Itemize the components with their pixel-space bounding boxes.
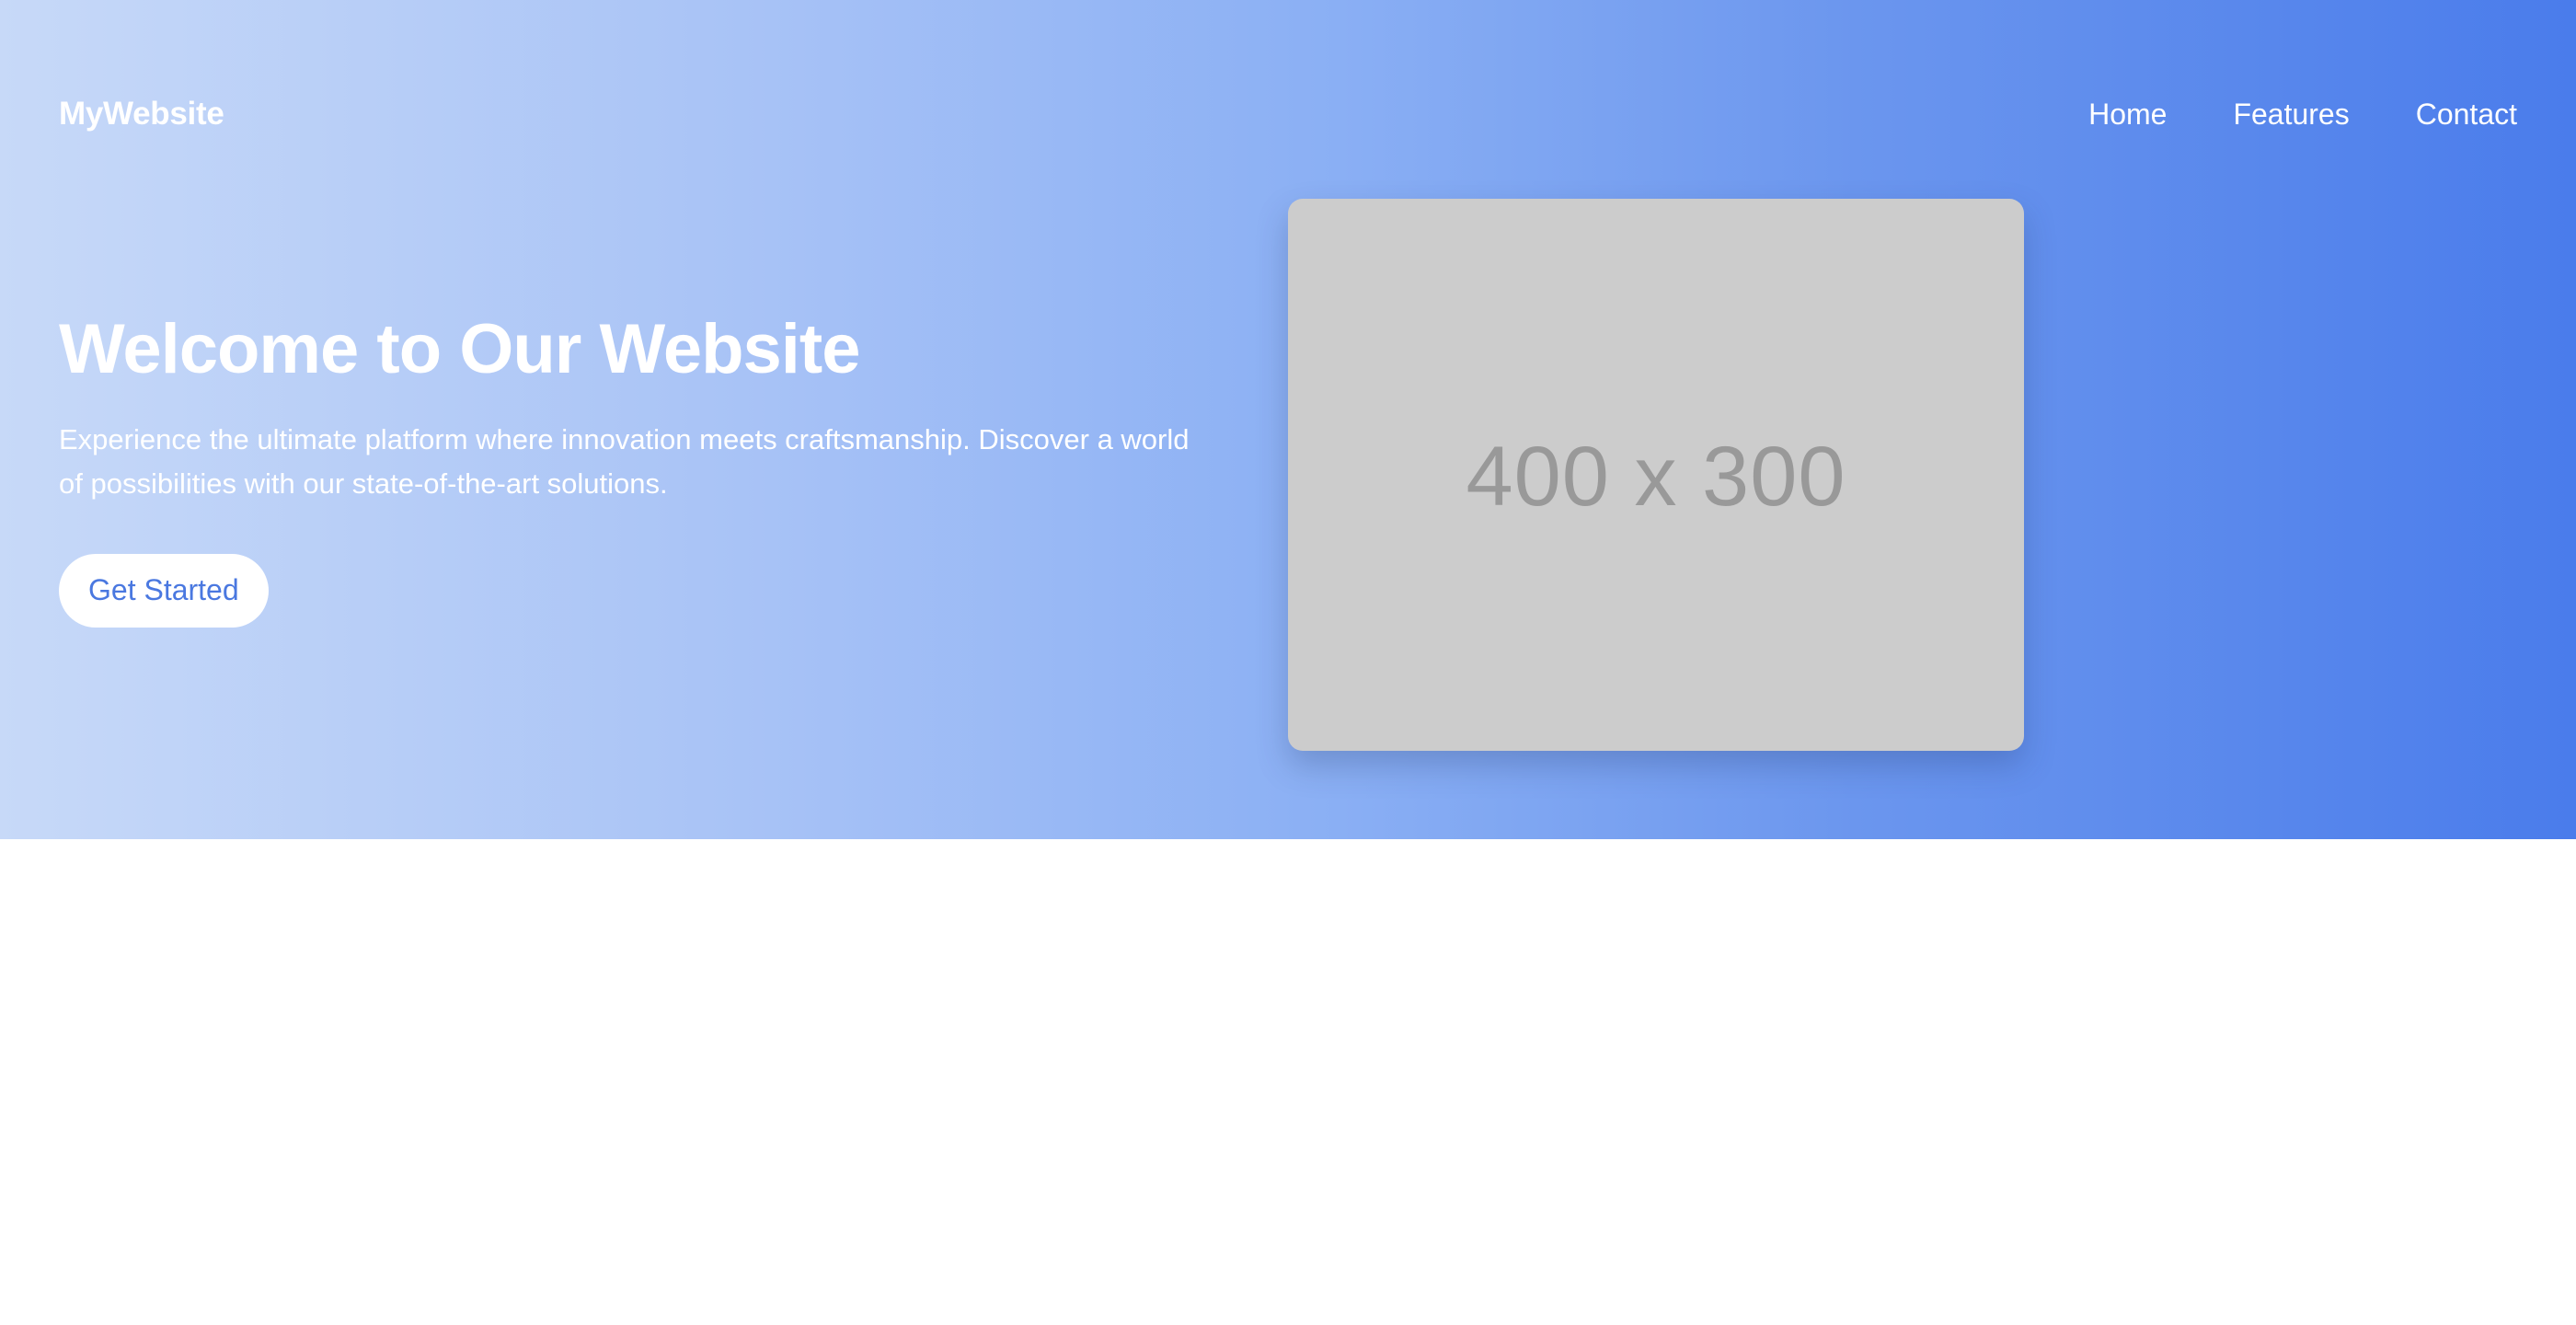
hero-subtitle: Experience the ultimate platform where i… (59, 422, 1190, 500)
site-logo[interactable]: MyWebsite (59, 96, 224, 132)
get-started-button[interactable]: Get Started (59, 553, 269, 628)
hero-image-placeholder: 400 x 300 (1288, 199, 2024, 751)
nav-link-contact[interactable]: Contact (2416, 98, 2517, 132)
hero-section: MyWebsite Home Features Contact Welcome … (0, 0, 2576, 839)
navbar: MyWebsite Home Features Contact (59, 79, 2517, 149)
image-placeholder-label: 400 x 300 (1466, 429, 1846, 524)
nav-links: Home Features Contact (2022, 98, 2517, 132)
nav-link-features[interactable]: Features (2233, 98, 2349, 132)
hero-title: Welcome to Our Website (59, 310, 860, 388)
hero-content: Welcome to Our Website Experience the ul… (59, 313, 1218, 628)
nav-link-home[interactable]: Home (2088, 98, 2167, 132)
